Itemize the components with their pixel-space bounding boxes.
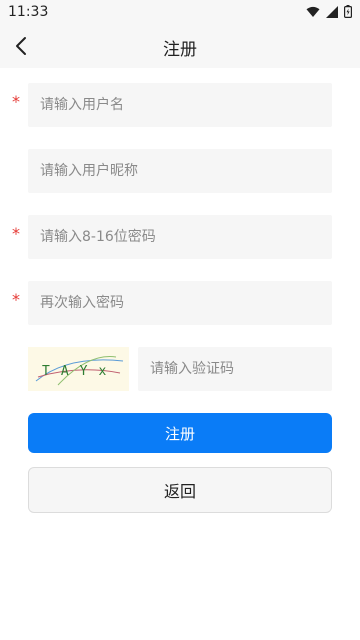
captcha-field[interactable]	[138, 347, 332, 391]
page-title: 注册	[163, 40, 197, 60]
status-bar: 11:33	[0, 0, 360, 24]
signal-icon	[326, 5, 338, 18]
required-mark: *	[12, 224, 20, 243]
status-time: 11:33	[8, 4, 49, 20]
back-button[interactable]: 返回	[28, 467, 332, 513]
required-mark: *	[12, 92, 20, 111]
password-field[interactable]	[28, 215, 332, 259]
battery-icon	[344, 5, 352, 18]
captcha-text: TAYx	[42, 364, 118, 379]
app-bar: 注册	[0, 24, 360, 68]
status-icons	[306, 5, 352, 18]
captcha-image[interactable]: TAYx	[28, 347, 129, 391]
confirm-password-field[interactable]	[28, 281, 332, 325]
wifi-icon	[306, 6, 320, 17]
register-button[interactable]: 注册	[28, 413, 332, 453]
username-field[interactable]	[28, 83, 332, 127]
required-mark: *	[12, 290, 20, 309]
nickname-field[interactable]	[28, 149, 332, 193]
